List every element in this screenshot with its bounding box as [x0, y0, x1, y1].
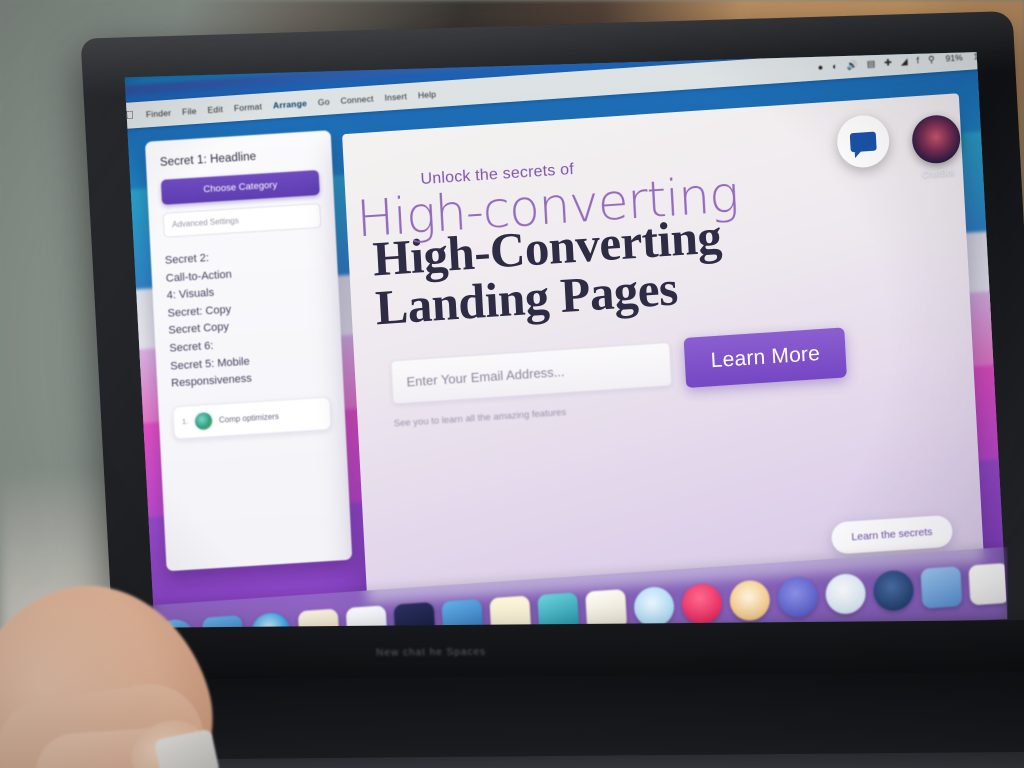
- status-card-label: Comp optimizers: [218, 411, 280, 425]
- battery-icon[interactable]: ▤: [866, 58, 875, 70]
- chat-bubble-glyph: [849, 131, 877, 152]
- laptop-lid:  Finder File Edit Format Arrange Go Con…: [80, 11, 1024, 678]
- menu-item-arrange[interactable]: Arrange: [273, 98, 307, 110]
- menu-item-finder[interactable]: Finder: [146, 108, 172, 120]
- menu-item-connect[interactable]: Connect: [340, 93, 374, 105]
- sidebar-title: Secret 1: Headline: [159, 150, 257, 169]
- advanced-settings-input[interactable]: Advanced Settings: [162, 202, 322, 238]
- volume-icon[interactable]: 🔊: [846, 59, 858, 71]
- status-card-number: 1.: [181, 418, 189, 426]
- bezel-text: New chat he Spaces: [375, 646, 487, 659]
- sidebar-status-card[interactable]: 1. Comp optimizers: [172, 396, 332, 440]
- laptop:  Finder File Edit Format Arrange Go Con…: [74, 10, 1024, 768]
- podcasts-icon[interactable]: [776, 575, 819, 619]
- choose-category-button[interactable]: Choose Category: [160, 169, 320, 205]
- settings-icon[interactable]: [872, 569, 915, 613]
- chatbot-widget[interactable]: ChatBot: [904, 113, 969, 180]
- user-icon[interactable]: ●: [817, 62, 823, 72]
- facebook-icon[interactable]: f: [916, 55, 919, 65]
- menu-item-format[interactable]: Format: [234, 101, 263, 113]
- menu-item-edit[interactable]: Edit: [207, 104, 223, 115]
- photos-icon[interactable]: [728, 579, 771, 622]
- hero-card: Unlock the secrets of High-converting Hi…: [342, 93, 985, 604]
- sidebar-secret-list: Secret 2: Call-to-Action 4: Visuals Secr…: [165, 244, 330, 393]
- search-icon[interactable]: ⚲: [928, 54, 935, 65]
- menu-item-go[interactable]: Go: [318, 97, 330, 108]
- appstore-icon[interactable]: [824, 572, 867, 616]
- avatar[interactable]: [910, 113, 962, 165]
- menu-item-insert[interactable]: Insert: [384, 91, 407, 103]
- facetime-icon[interactable]: [633, 585, 676, 629]
- menu-item-file[interactable]: File: [182, 106, 197, 117]
- sidebar-panel: Secret 1: Headline Choose Category Advan…: [144, 130, 353, 572]
- music-icon[interactable]: [680, 582, 723, 626]
- email-field[interactable]: Enter Your Email Address...: [390, 341, 673, 405]
- keyboard[interactable]: [137, 671, 1024, 760]
- wifi-icon[interactable]: ◢: [900, 56, 908, 67]
- secrets-pill-badge[interactable]: Learn the secrets: [830, 514, 954, 555]
- menu-item-help[interactable]: Help: [418, 89, 437, 100]
- apple-logo-icon[interactable]: : [125, 109, 134, 122]
- cloud-sync-icon[interactable]: ◐: [832, 61, 838, 71]
- screen:  Finder File Edit Format Arrange Go Con…: [124, 52, 1008, 645]
- status-circle-icon: [194, 412, 213, 431]
- learn-more-button[interactable]: Learn More: [683, 327, 848, 388]
- menu-bar-clock[interactable]: 12:34: [973, 52, 995, 61]
- status-battery-percent: 91%: [945, 52, 963, 64]
- bluetooth-icon[interactable]: ✚: [884, 57, 892, 69]
- laptop-base: New chat he Spaces: [74, 619, 1024, 768]
- downloads-icon[interactable]: [920, 566, 963, 609]
- document-icon[interactable]: [968, 562, 1008, 606]
